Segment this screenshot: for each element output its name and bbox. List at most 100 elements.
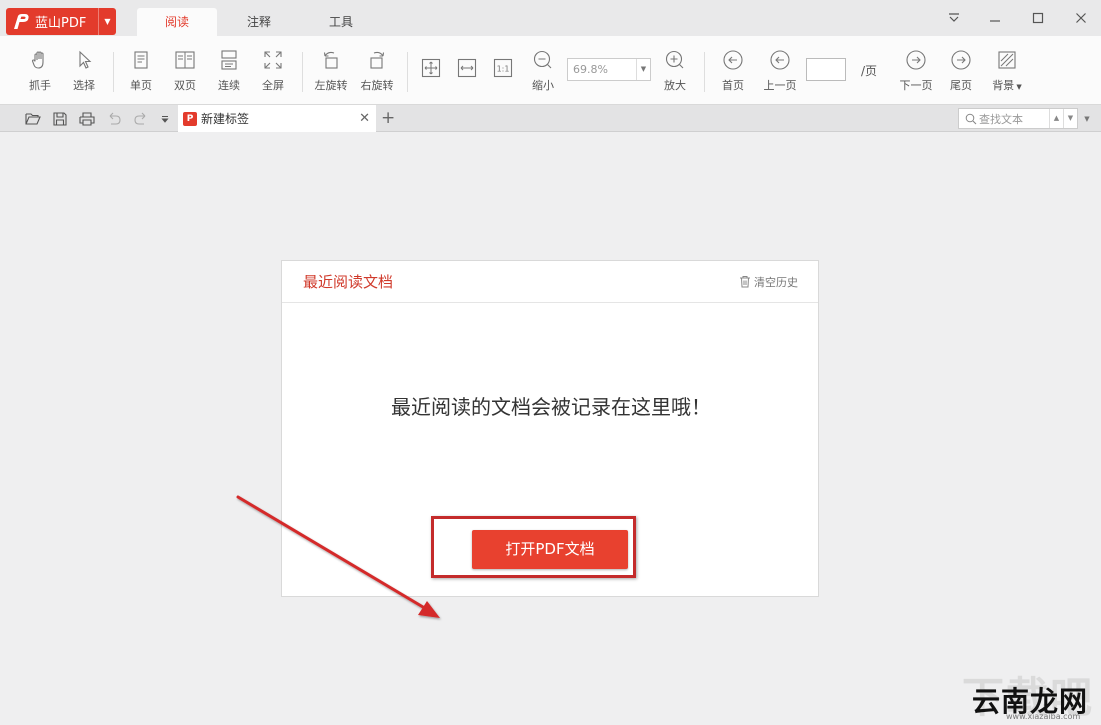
continuous-scroll-icon xyxy=(217,48,241,72)
recent-documents-header: 最近阅读文档 清空历史 xyxy=(282,261,818,303)
arrow-left-icon xyxy=(768,48,792,72)
rotate-right-button[interactable]: 右旋转 xyxy=(355,48,399,93)
app-name: 蓝山PDF xyxy=(35,16,87,31)
customize-dropdown-icon xyxy=(161,116,169,123)
continuous-button[interactable]: 连续 xyxy=(207,48,251,93)
next-page-button[interactable]: 下一页 xyxy=(894,48,938,93)
fullscreen-button[interactable]: 全屏 xyxy=(251,48,295,93)
chevron-down-icon: ▼ xyxy=(1084,115,1090,123)
single-page-label: 单页 xyxy=(130,79,152,92)
ribbon-toolbar: 抓手 选择 单页 双页 连续 全屏 左旋转 右旋转 1:1 缩小 69.8% ▼… xyxy=(0,36,1101,104)
last-page-label: 尾页 xyxy=(950,79,972,92)
fit-page-icon xyxy=(419,56,443,80)
background-button[interactable]: 背景 ▼ xyxy=(985,48,1029,93)
first-page-label: 首页 xyxy=(722,79,744,92)
zoom-in-button[interactable]: 放大 xyxy=(653,48,697,93)
options-menu-button[interactable] xyxy=(941,6,967,30)
print-icon xyxy=(79,112,95,126)
double-page-button[interactable]: 双页 xyxy=(163,48,207,93)
next-page-label: 下一页 xyxy=(899,79,933,92)
zoom-select[interactable]: 69.8% ▼ xyxy=(567,58,651,81)
empty-state-message: 最近阅读的文档会被记录在这里哦！ xyxy=(391,395,711,419)
clear-history-label: 清空历史 xyxy=(754,275,798,289)
title-bar: 蓝山PDF ▼ 阅读 注释 工具 xyxy=(0,0,1101,36)
first-page-icon xyxy=(721,48,745,72)
close-icon xyxy=(1076,13,1086,23)
fit-width-icon xyxy=(455,56,479,80)
continuous-label: 连续 xyxy=(218,79,240,92)
select-tool-label: 选择 xyxy=(73,79,95,92)
prev-page-button[interactable]: 上一页 xyxy=(758,48,802,93)
toolbar-divider xyxy=(407,52,408,92)
last-page-button[interactable]: 尾页 xyxy=(939,48,983,93)
chevron-down-icon[interactable]: ▼ xyxy=(98,8,116,35)
add-tab-icon[interactable]: + xyxy=(381,108,395,128)
tab-read[interactable]: 阅读 xyxy=(137,8,217,36)
background-icon xyxy=(995,48,1019,72)
search-placeholder: 查找文本 xyxy=(979,112,1023,126)
background-label: 背景 ▼ xyxy=(992,77,1022,93)
search-options-button[interactable]: ▼ xyxy=(1080,110,1094,128)
rotate-left-button[interactable]: 左旋转 xyxy=(309,48,353,93)
page-number-input[interactable] xyxy=(806,58,846,81)
watermark: 下载吧 云南龙网 www.xiazaiba.com xyxy=(962,664,1096,722)
document-tab-strip: P 新建标签 ✕ + 查找文本 ▲ ▼ ▼ xyxy=(0,104,1101,132)
annotation-arrow xyxy=(236,495,440,618)
tab-annotate[interactable]: 注释 xyxy=(219,8,299,36)
quick-access-menu-button[interactable] xyxy=(156,110,174,128)
background-label-text: 背景 xyxy=(992,79,1015,92)
svg-text:1:1: 1:1 xyxy=(497,65,510,74)
prev-page-label: 上一页 xyxy=(763,79,797,92)
hand-tool-button[interactable]: 抓手 xyxy=(18,48,62,93)
undo-icon xyxy=(109,112,121,125)
first-page-button[interactable]: 首页 xyxy=(711,48,755,93)
trash-icon xyxy=(740,276,750,288)
folder-icon xyxy=(25,113,41,125)
close-tab-icon[interactable]: ✕ xyxy=(359,111,370,126)
chevron-down-icon[interactable]: ▼ xyxy=(636,59,650,80)
double-page-icon xyxy=(173,48,197,72)
maximize-button[interactable] xyxy=(1025,6,1051,30)
print-button[interactable] xyxy=(78,110,96,128)
close-window-button[interactable] xyxy=(1068,6,1094,30)
app-logo-icon xyxy=(14,13,29,29)
rotate-right-label: 右旋转 xyxy=(360,79,394,92)
search-icon xyxy=(965,113,977,124)
maximize-icon xyxy=(1032,12,1044,24)
rotate-left-icon xyxy=(319,48,343,72)
document-tab-label: 新建标签 xyxy=(201,112,250,126)
actual-size-icon: 1:1 xyxy=(491,56,515,80)
chevron-down-icon: ▼ xyxy=(1014,83,1022,91)
search-text-field[interactable]: 查找文本 ▲ ▼ xyxy=(958,108,1078,129)
search-next-icon[interactable]: ▼ xyxy=(1063,109,1077,128)
pdf-file-icon: P xyxy=(183,111,197,126)
single-page-icon xyxy=(129,48,153,72)
open-folder-button[interactable] xyxy=(24,110,42,128)
minimize-button[interactable] xyxy=(982,6,1008,30)
save-button[interactable] xyxy=(51,110,69,128)
clear-history-button[interactable]: 清空历史 xyxy=(739,274,798,290)
undo-button[interactable] xyxy=(105,110,123,128)
tab-tools[interactable]: 工具 xyxy=(301,8,381,36)
fullscreen-icon xyxy=(261,48,285,72)
actual-size-button[interactable]: 1:1 xyxy=(481,56,525,80)
last-page-icon xyxy=(949,48,973,72)
document-tab[interactable]: P 新建标签 ✕ xyxy=(178,105,376,132)
rotate-left-label: 左旋转 xyxy=(314,79,348,92)
document-area: 最近阅读文档 清空历史 最近阅读的文档会被记录在这里哦！ 打开PDF文档 下载吧… xyxy=(0,132,1101,725)
search-previous-icon[interactable]: ▲ xyxy=(1049,109,1063,128)
fullscreen-label: 全屏 xyxy=(262,79,284,92)
app-menu-button[interactable]: 蓝山PDF ▼ xyxy=(6,8,116,35)
arrow-right-icon xyxy=(904,48,928,72)
page-suffix: /页 xyxy=(861,64,878,78)
watermark-url: www.xiazaiba.com xyxy=(1006,712,1081,721)
open-pdf-button[interactable]: 打开PDF文档 xyxy=(472,530,628,569)
rotate-right-icon xyxy=(365,48,389,72)
zoom-out-button[interactable]: 缩小 xyxy=(521,48,565,93)
select-tool-button[interactable]: 选择 xyxy=(62,48,106,93)
zoom-out-icon xyxy=(531,48,555,72)
single-page-button[interactable]: 单页 xyxy=(119,48,163,93)
menu-dropdown-icon xyxy=(949,13,959,22)
redo-button[interactable] xyxy=(132,110,150,128)
minimize-icon xyxy=(990,20,1000,22)
